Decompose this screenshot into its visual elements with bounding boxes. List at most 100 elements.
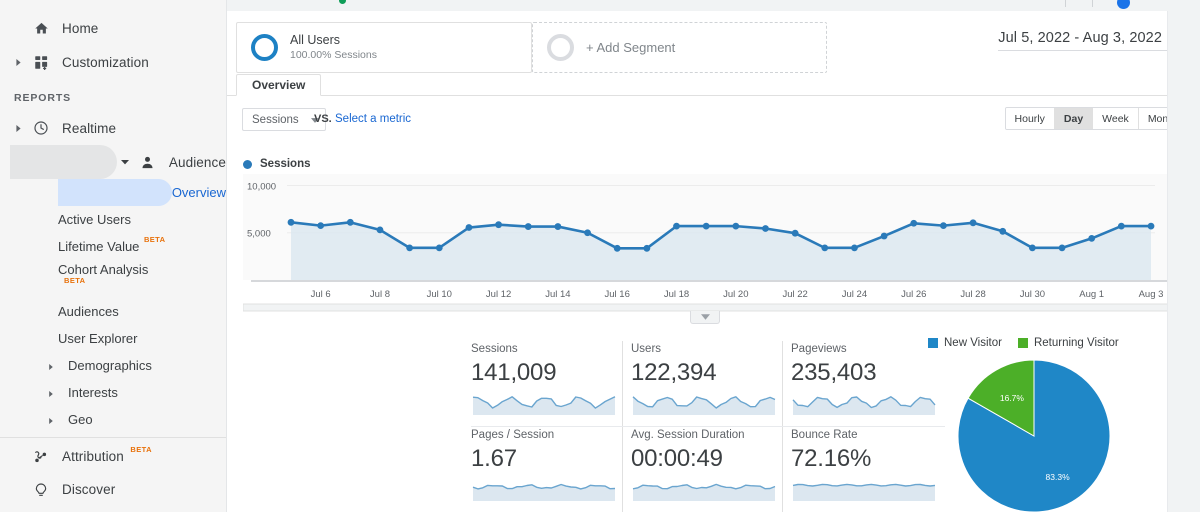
overview-selected-pill [58, 179, 172, 206]
series-color-dot-icon [243, 159, 252, 169]
sidebar-divider [0, 437, 226, 438]
pie-legend-item-new-visitor[interactable]: New Visitor [928, 337, 1002, 349]
sidebar-group-geo[interactable]: Geo [0, 406, 226, 433]
segment-all-users-subtitle: 100.00% Sessions [290, 49, 377, 61]
segment-ring-icon [251, 34, 278, 61]
sidebar-item-audience-overview-label: Overview [171, 185, 226, 200]
metric-card-pages-per-session-value: 1.67 [471, 445, 517, 472]
audience-active-pill [10, 145, 117, 179]
right-panel-gutter [1168, 11, 1200, 512]
select-a-metric-link[interactable]: Select a metric [335, 113, 411, 125]
pie-legend-new-visitor-label: New Visitor [944, 337, 1002, 349]
sidebar-group-geo-label: Geo [68, 412, 93, 427]
svg-text:Jul 12: Jul 12 [486, 289, 511, 300]
chevron-right-icon[interactable] [48, 411, 62, 429]
sidebar-section-reports: REPORTS [14, 92, 72, 104]
sidebar-item-user-explorer-label: User Explorer [58, 331, 138, 346]
sparkline-avg-session-duration [631, 477, 782, 506]
right-panel-edge [1167, 11, 1168, 512]
sidebar-item-audiences-label: Audiences [58, 304, 119, 319]
chevron-down-icon[interactable] [117, 158, 133, 166]
add-segment-button[interactable]: + Add Segment [532, 22, 827, 73]
sidebar-group-interests-label: Interests [68, 385, 118, 400]
sidebar-item-audiences[interactable]: Audiences [0, 298, 226, 325]
sidebar-item-user-explorer[interactable]: User Explorer [0, 325, 226, 352]
svg-text:Jul 14: Jul 14 [545, 289, 570, 300]
metric-cards: Sessions 141,009 Users 122,394 Pageviews… [463, 341, 945, 512]
beta-badge: BETA [143, 235, 166, 244]
sidebar-item-audience[interactable]: Audience [0, 145, 226, 179]
chart-legend: Sessions [243, 158, 311, 170]
vs-label: VS. [314, 113, 332, 125]
svg-text:Jul 16: Jul 16 [605, 289, 630, 300]
chart-collapse-toggle[interactable] [690, 311, 720, 324]
svg-text:Jul 6: Jul 6 [311, 289, 331, 300]
sparkline-pages-per-session [471, 477, 622, 506]
metric-card-users-label: Users [631, 343, 662, 355]
sidebar-item-admin[interactable]: Admin [0, 506, 226, 512]
svg-text:Jul 20: Jul 20 [723, 289, 748, 300]
beta-badge: BETA [130, 445, 152, 454]
chevron-right-icon[interactable] [48, 357, 62, 375]
granularity-week[interactable]: Week [1093, 108, 1139, 129]
svg-text:5,000: 5,000 [247, 229, 271, 240]
svg-text:Jul 22: Jul 22 [782, 289, 807, 300]
svg-text:83.3%: 83.3% [1046, 472, 1071, 482]
pie-chart[interactable]: 83.3% 16.7% [956, 358, 1112, 512]
metric-card-users[interactable]: Users 122,394 [623, 341, 783, 426]
notification-badge-icon[interactable] [1117, 0, 1130, 9]
pie-legend: New Visitor Returning Visitor [928, 337, 1119, 349]
sidebar-item-audience-overview[interactable]: Overview [0, 179, 226, 206]
sidebar-item-lifetime-value[interactable]: Lifetime Value BETA [0, 233, 226, 260]
sidebar-item-audience-label: Audience [168, 154, 226, 170]
beta-badge: BETA [64, 276, 86, 285]
tabs-bar: Overview [227, 74, 1200, 96]
analytics-audience-overview-page: Home Customization REPORTS Realtime Audi… [0, 0, 1200, 512]
pie-legend-returning-visitor-label: Returning Visitor [1033, 337, 1119, 349]
metric-card-sessions-value: 141,009 [471, 359, 557, 386]
chevron-right-icon[interactable] [48, 384, 62, 402]
date-range-value: Jul 5, 2022 - Aug 3, 2022 [998, 30, 1162, 46]
pie-legend-item-returning-visitor[interactable]: Returning Visitor [1017, 337, 1119, 349]
metric-card-pages-per-session[interactable]: Pages / Session 1.67 [463, 427, 623, 512]
date-range-picker[interactable]: Jul 5, 2022 - Aug 3, 2022 [998, 29, 1182, 51]
sidebar-item-active-users[interactable]: Active Users [0, 206, 226, 233]
new-visitor-swatch-icon [928, 338, 938, 348]
customization-icon [26, 55, 56, 70]
segment-all-users[interactable]: All Users 100.00% Sessions [236, 22, 532, 73]
metric-card-avg-session-duration[interactable]: Avg. Session Duration 00:00:49 [623, 427, 783, 512]
attribution-icon [26, 449, 56, 465]
lifetime-value-text: Lifetime Value [58, 239, 140, 254]
metric-card-pages-per-session-label: Pages / Session [471, 429, 555, 441]
add-segment-label: + Add Segment [586, 40, 676, 55]
sparkline-sessions [471, 391, 622, 420]
metric-card-avg-session-duration-value: 00:00:49 [631, 445, 723, 472]
sidebar-item-attribution[interactable]: Attribution BETA [0, 440, 226, 473]
sessions-line-chart[interactable]: 5,000 10,000 Jul 6 Jul 8 Jul 10 Jul 12 Jul 14 J… [242, 174, 1178, 312]
sidebar-item-cohort-analysis[interactable]: Cohort Analysis BETA [0, 260, 226, 291]
sidebar-group-demographics[interactable]: Demographics [0, 352, 226, 379]
cohort-analysis-text: Cohort Analysis [58, 262, 149, 277]
tab-overview[interactable]: Overview [236, 74, 322, 96]
sidebar-group-interests[interactable]: Interests [0, 379, 226, 406]
chevron-right-icon[interactable] [10, 124, 26, 132]
chevron-right-icon[interactable] [10, 58, 26, 66]
svg-text:Jul 8: Jul 8 [370, 289, 390, 300]
granularity-toggle-group: Hourly Day Week Month [1004, 107, 1187, 130]
sidebar-item-realtime[interactable]: Realtime [0, 111, 226, 145]
sidebar: Home Customization REPORTS Realtime Audi… [0, 0, 227, 512]
metric-card-sessions-label: Sessions [471, 343, 518, 355]
metric-select-value: Sessions [252, 113, 299, 126]
sidebar-item-discover[interactable]: Discover [0, 473, 226, 506]
granularity-day[interactable]: Day [1054, 108, 1094, 129]
svg-text:Jul 10: Jul 10 [427, 289, 452, 300]
chart-legend-label: Sessions [260, 158, 311, 170]
svg-text:Jul 26: Jul 26 [901, 289, 926, 300]
svg-text:Aug 1: Aug 1 [1079, 289, 1104, 300]
granularity-hourly[interactable]: Hourly [1005, 108, 1055, 129]
sidebar-item-customization[interactable]: Customization [0, 45, 226, 79]
attribution-text: Attribution [62, 449, 124, 464]
metric-card-sessions[interactable]: Sessions 141,009 [463, 341, 623, 426]
segment-bar: All Users 100.00% Sessions + Add Segment… [227, 11, 1200, 74]
sidebar-item-home[interactable]: Home [0, 11, 226, 45]
